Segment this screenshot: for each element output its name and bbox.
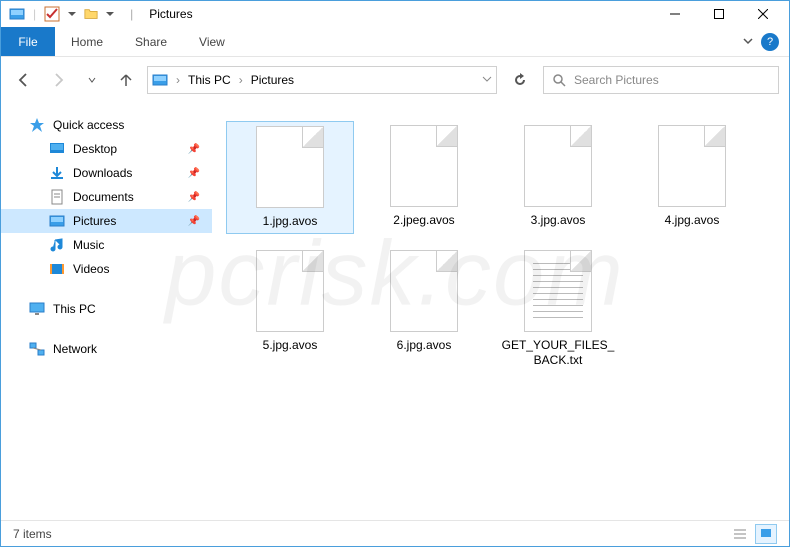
tab-home[interactable]: Home [55, 27, 119, 56]
sidebar-item-videos[interactable]: Videos [1, 257, 212, 281]
sidebar-item-label: Downloads [73, 166, 132, 180]
unknown-file-icon [658, 125, 726, 207]
expand-ribbon-icon[interactable] [743, 35, 753, 49]
location-icon [152, 72, 168, 88]
sidebar-this-pc[interactable]: This PC [1, 297, 212, 321]
file-label: 4.jpg.avos [665, 213, 720, 228]
pin-icon: 📌 [188, 144, 200, 155]
sidebar-item-label: Quick access [53, 118, 124, 132]
help-icon[interactable]: ? [761, 33, 779, 51]
file-label: 2.jpeg.avos [393, 213, 454, 228]
unknown-file-icon [390, 125, 458, 207]
back-button[interactable] [11, 67, 37, 93]
window-title: Pictures [149, 7, 192, 21]
tab-share[interactable]: Share [119, 27, 183, 56]
file-item[interactable]: 4.jpg.avos [628, 121, 756, 234]
forward-button[interactable] [45, 67, 71, 93]
file-label: GET_YOUR_FILES_BACK.txt [498, 338, 618, 368]
unknown-file-icon [524, 125, 592, 207]
network-icon [29, 341, 45, 357]
icons-view-button[interactable] [755, 524, 777, 544]
minimize-button[interactable] [653, 1, 697, 27]
sidebar-item-music[interactable]: Music [1, 233, 212, 257]
sidebar-item-documents[interactable]: Documents 📌 [1, 185, 212, 209]
maximize-button[interactable] [697, 1, 741, 27]
pin-icon: 📌 [188, 216, 200, 227]
sidebar-item-label: Music [73, 238, 104, 252]
folder-icon [84, 7, 98, 21]
unknown-file-icon [390, 250, 458, 332]
sidebar-item-pictures[interactable]: Pictures 📌 [1, 209, 212, 233]
sidebar: Quick access Desktop 📌 Downloads 📌 Docum… [1, 103, 212, 520]
sidebar-item-label: Documents [73, 190, 134, 204]
refresh-button[interactable] [505, 66, 535, 94]
address-dropdown-icon[interactable] [482, 73, 492, 87]
chevron-right-icon[interactable]: › [239, 73, 243, 87]
file-tab[interactable]: File [1, 27, 55, 56]
close-button[interactable] [741, 1, 785, 27]
file-item[interactable]: GET_YOUR_FILES_BACK.txt [494, 246, 622, 372]
details-view-button[interactable] [729, 524, 751, 544]
sidebar-item-label: Desktop [73, 142, 117, 156]
file-item[interactable]: 2.jpeg.avos [360, 121, 488, 234]
sidebar-item-label: This PC [53, 302, 96, 316]
item-count: 7 items [13, 527, 52, 541]
folder-dropdown-icon[interactable] [106, 12, 114, 16]
file-label: 6.jpg.avos [397, 338, 452, 353]
file-item[interactable]: 5.jpg.avos [226, 246, 354, 372]
unknown-file-icon [256, 250, 324, 332]
up-button[interactable] [113, 67, 139, 93]
unknown-file-icon [256, 126, 324, 208]
search-icon [552, 73, 566, 87]
search-input[interactable]: Search Pictures [543, 66, 779, 94]
titlebar: | | Pictures [1, 1, 789, 27]
pictures-icon [49, 213, 65, 229]
status-bar: 7 items [1, 520, 789, 546]
chevron-right-icon[interactable]: › [176, 73, 180, 87]
app-icon [9, 6, 25, 22]
qat-dropdown-icon[interactable] [68, 12, 76, 16]
tab-view[interactable]: View [183, 27, 241, 56]
sidebar-item-desktop[interactable]: Desktop 📌 [1, 137, 212, 161]
recent-dropdown-icon[interactable] [79, 67, 105, 93]
file-label: 3.jpg.avos [531, 213, 586, 228]
sidebar-item-label: Network [53, 342, 97, 356]
file-label: 1.jpg.avos [263, 214, 318, 229]
pin-icon: 📌 [188, 192, 200, 203]
sidebar-item-downloads[interactable]: Downloads 📌 [1, 161, 212, 185]
file-item[interactable]: 3.jpg.avos [494, 121, 622, 234]
file-label: 5.jpg.avos [263, 338, 318, 353]
desktop-icon [49, 141, 65, 157]
sidebar-item-label: Videos [73, 262, 109, 276]
documents-icon [49, 189, 65, 205]
sidebar-item-label: Pictures [73, 214, 116, 228]
qat-sep: | [33, 7, 36, 21]
downloads-icon [49, 165, 65, 181]
breadcrumb-pictures[interactable]: Pictures [251, 73, 294, 87]
main-area: Quick access Desktop 📌 Downloads 📌 Docum… [1, 103, 789, 520]
sidebar-quick-access[interactable]: Quick access [1, 113, 212, 137]
sidebar-network[interactable]: Network [1, 337, 212, 361]
file-item[interactable]: 1.jpg.avos [226, 121, 354, 234]
search-placeholder: Search Pictures [574, 73, 659, 87]
videos-icon [49, 261, 65, 277]
file-item[interactable]: 6.jpg.avos [360, 246, 488, 372]
title-separator: | [130, 7, 133, 21]
music-icon [49, 237, 65, 253]
breadcrumb-thispc[interactable]: This PC [188, 73, 231, 87]
navbar: › This PC › Pictures Search Pictures [1, 57, 789, 103]
pin-icon: 📌 [188, 168, 200, 179]
file-pane[interactable]: 1.jpg.avos 2.jpeg.avos 3.jpg.avos 4.jpg.avo… [212, 103, 789, 520]
address-bar[interactable]: › This PC › Pictures [147, 66, 497, 94]
text-file-icon [524, 250, 592, 332]
star-icon [29, 117, 45, 133]
checkbox-icon[interactable] [44, 6, 60, 22]
ribbon: File Home Share View ? [1, 27, 789, 57]
pc-icon [29, 301, 45, 317]
